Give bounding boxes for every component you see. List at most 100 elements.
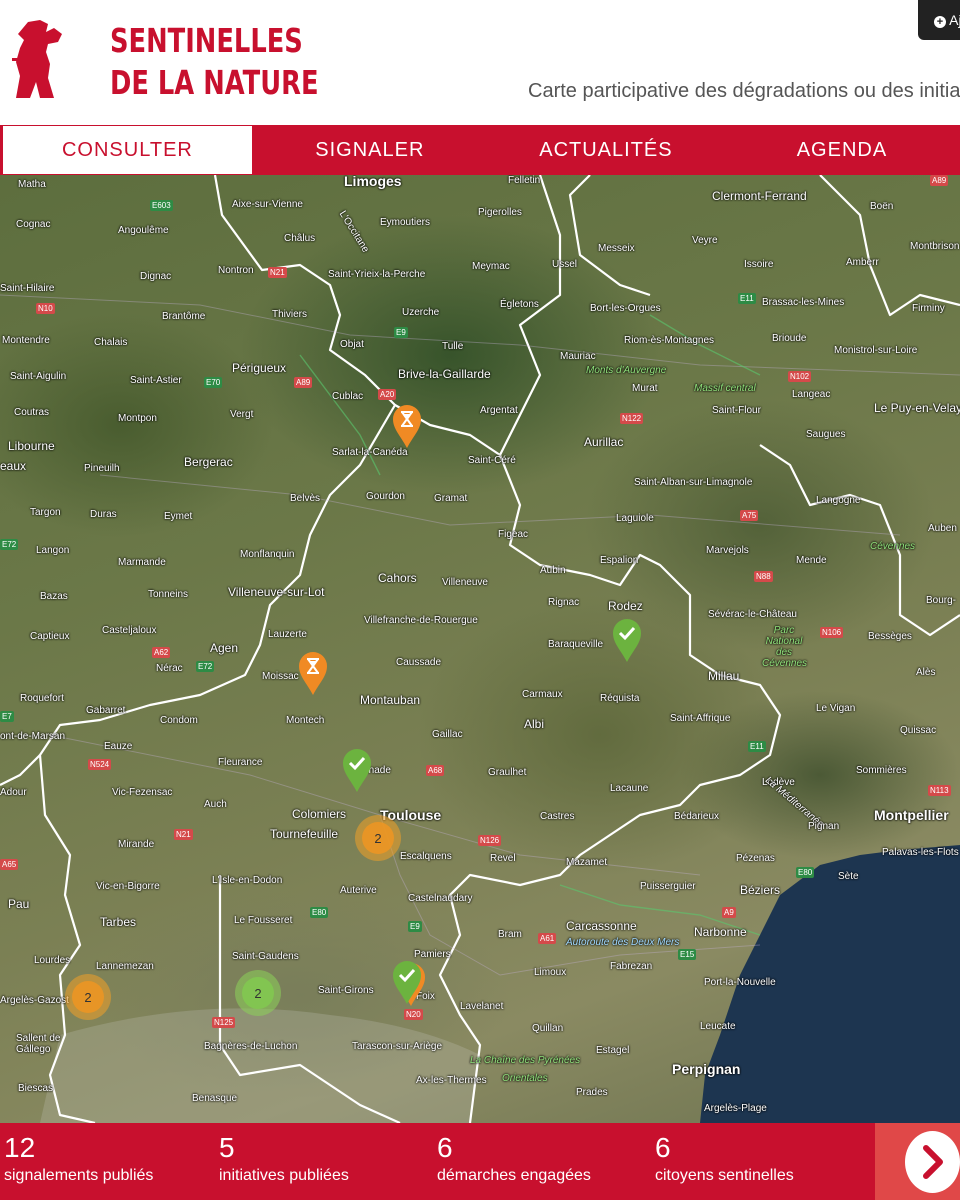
town-label: Duras (90, 509, 117, 520)
town-label: Brantôme (162, 311, 206, 322)
town-label: Argelès-Gazost (0, 995, 69, 1006)
town-label: Monflanquin (240, 549, 295, 560)
town-label: Pignan (808, 821, 840, 832)
road-shield: E72 (196, 661, 215, 672)
town-label: Réquista (600, 693, 640, 704)
nav-signaler[interactable]: SIGNALER (252, 125, 488, 175)
town-label: Égletons (500, 299, 539, 310)
town-label: Bagnères-de-Luchon (204, 1041, 298, 1052)
town-label: Montbrison (910, 241, 960, 252)
town-label: ont-de-Marsan (0, 731, 66, 742)
town-label: Sommières (856, 765, 907, 776)
town-label: Tulle (442, 341, 464, 352)
town-label: Langon (36, 545, 70, 556)
logo-line2: DE LA NATURE (110, 63, 319, 102)
marker-cluster[interactable]: 2 (355, 815, 401, 861)
town-label: Nontron (218, 265, 254, 276)
town-label: Brioude (772, 333, 807, 344)
town-label: Captieux (30, 631, 70, 642)
town-label: Auch (204, 799, 227, 810)
town-label: Orientales (502, 1073, 548, 1084)
town-label: Carcassonne (566, 919, 637, 933)
resolved-marker-check-icon[interactable] (610, 617, 644, 663)
stat-citoyens: 6 citoyens sentinelles (655, 1131, 794, 1187)
town-label: Limoux (534, 967, 567, 978)
road-shield: A89 (294, 377, 313, 388)
town-label: Gramat (434, 493, 468, 504)
town-label: Monts d'Auvergne (586, 365, 667, 376)
pending-marker-hourglass-icon[interactable] (296, 650, 330, 696)
add-button[interactable]: + Ajouter (918, 0, 960, 40)
road-shield: E80 (310, 907, 329, 918)
chevron-right-icon (905, 1130, 960, 1193)
town-label: Bourg- (926, 595, 957, 606)
stat-value: 6 (655, 1132, 671, 1163)
road-shield: A75 (740, 510, 759, 521)
sentinel-binoculars-icon[interactable] (10, 18, 68, 100)
town-label: Villefranche-de-Rouergue (364, 615, 478, 626)
stats-next-button[interactable] (875, 1123, 960, 1200)
town-label: Le Fousseret (234, 915, 293, 926)
town-label: Eymet (164, 511, 193, 522)
town-label: Prades (576, 1087, 608, 1098)
town-label: Tarbes (100, 915, 137, 929)
town-label: Saint-Flour (712, 405, 761, 416)
town-label: Alès (916, 667, 936, 678)
nav-consulter[interactable]: CONSULTER (0, 126, 252, 174)
town-label: Fleurance (218, 757, 263, 768)
town-label: Limoges (344, 175, 402, 189)
town-label: Saint-Gaudens (232, 951, 299, 962)
town-label: Bergerac (184, 455, 233, 469)
road-shield: N88 (754, 571, 773, 582)
town-label: Saint-Affrique (670, 713, 731, 724)
town-label: Monistrol-sur-Loire (834, 345, 918, 356)
town-label: Pineuilh (84, 463, 120, 474)
cluster-count: 2 (242, 977, 274, 1009)
town-label: Saint-Yrieix-la-Perche (328, 269, 426, 280)
town-label: Espalion (600, 555, 639, 566)
pending-marker-hourglass-icon[interactable] (390, 403, 424, 449)
resolved-marker-check-icon[interactable] (340, 747, 374, 793)
town-label: Saint-Girons (318, 985, 374, 996)
nav-actualites[interactable]: ACTUALITÉS (488, 125, 724, 175)
town-label: Aixe-sur-Vienne (232, 199, 303, 210)
town-label: Rodez (608, 599, 643, 613)
stat-initiatives: 5 initiatives publiées (219, 1131, 349, 1187)
site-logo[interactable]: SENTINELLES DE LA NATURE (110, 20, 319, 104)
town-label: Cublac (332, 391, 364, 402)
town-label: Auterive (340, 885, 377, 896)
town-label: Montech (286, 715, 325, 726)
town-label: Issoire (744, 259, 774, 270)
town-label: Belvès (290, 493, 321, 504)
stat-demarches: 6 démarches engagées (437, 1131, 591, 1187)
town-label: Narbonne (694, 925, 747, 939)
road-shield: A68 (426, 765, 445, 776)
nav-agenda[interactable]: AGENDA (724, 125, 960, 175)
town-label: Saint-Hilaire (0, 283, 55, 294)
marker-cluster[interactable]: 2 (65, 974, 111, 1020)
town-label: Albi (524, 717, 545, 731)
town-label: Béziers (740, 883, 781, 897)
town-label: Felletin (508, 175, 541, 186)
town-label: Parc National des Cévennes (762, 625, 808, 669)
town-label: Ax-les-Thermes (416, 1075, 487, 1086)
resolved-marker-check-icon[interactable] (390, 959, 424, 1005)
road-shield: E15 (678, 949, 697, 960)
town-label: Moissac (262, 671, 299, 682)
satellite-map[interactable]: Matha Cognac Angoulême Aixe-sur-Vienne L… (0, 175, 960, 1123)
marker-cluster[interactable]: 2 (235, 970, 281, 1016)
town-label: Estagel (596, 1045, 630, 1056)
town-label: Biescas (18, 1083, 54, 1094)
town-label: Tonneins (148, 589, 189, 600)
town-label: Montauban (360, 693, 421, 707)
town-label: Périgueux (232, 361, 287, 375)
town-label: Mauriac (560, 351, 596, 362)
town-label: Boën (870, 201, 894, 212)
town-label: Roquefort (20, 693, 64, 704)
town-label: Sète (838, 871, 859, 882)
cluster-count: 2 (362, 822, 394, 854)
town-label: Messeix (598, 243, 635, 254)
road-shield: A20 (378, 389, 397, 400)
town-label: Matha (18, 179, 46, 190)
road-shield: A9 (722, 907, 736, 918)
